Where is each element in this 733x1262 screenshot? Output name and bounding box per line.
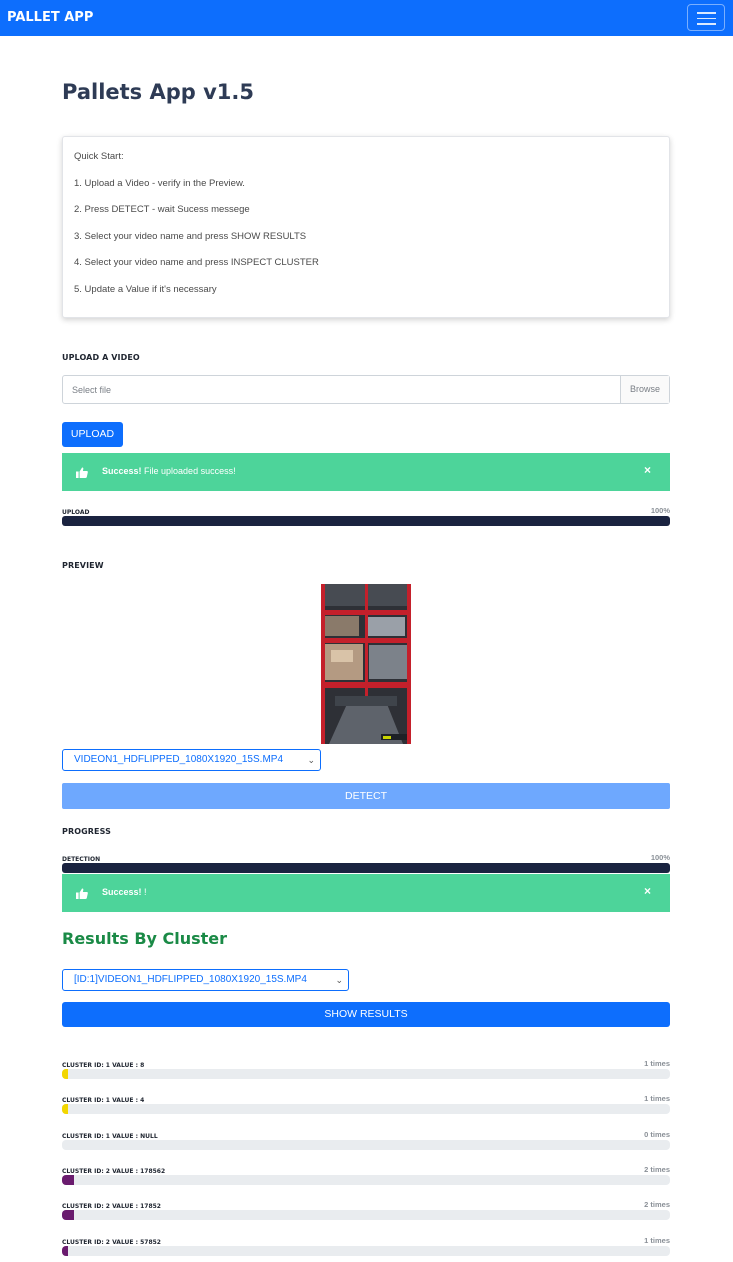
cluster-progress-track [62,1246,670,1256]
quick-start-step: 4. Select your video name and press INSP… [74,257,319,268]
hamburger-menu-icon[interactable] [687,4,725,31]
cluster-label: CLUSTER ID: 2 VALUE : 17852 [62,1203,161,1210]
alert-text: File uploaded success! [141,466,236,476]
chevron-down-icon: ⌄ [307,755,315,765]
close-icon[interactable]: × [644,463,651,477]
detection-success-alert: Success! ! × [62,874,670,912]
upload-progress-label: UPLOAD [62,509,90,516]
quick-start-step: 2. Press DETECT - wait Sucess messege [74,204,250,215]
alert-strong: Success! [102,466,142,476]
cluster-label: CLUSTER ID: 1 VALUE : 4 [62,1097,145,1104]
detection-progress-bar [62,863,670,873]
cluster-count: 1 times [644,1059,670,1068]
cluster-progress-fill [62,1069,68,1079]
cluster-label: CLUSTER ID: 1 VALUE : NULL [62,1133,158,1140]
quick-start-step: 5. Update a Value if it's necessary [74,284,217,295]
cluster-count: 1 times [644,1094,670,1103]
cluster-count: 2 times [644,1200,670,1209]
navbar: PALLET APP [0,0,733,36]
detection-progress-percent: 100% [650,853,670,862]
cluster-progress-fill [62,1175,74,1185]
alert-message: Success! ! [102,887,147,897]
thumbs-up-icon [76,888,88,899]
navbar-brand[interactable]: PALLET APP [7,10,93,25]
alert-strong: Success! [102,887,142,897]
upload-button[interactable]: UPLOAD [62,422,123,447]
cluster-progress-track [62,1175,670,1185]
upload-progress-percent: 100% [650,506,670,515]
quick-start-card: Quick Start: 1. Upload a Video - verify … [62,136,670,318]
cluster-progress-fill [62,1246,68,1256]
video-select-value: VIDEON1_HDFLIPPED_1080X1920_15S.MP4 [74,754,284,765]
file-input[interactable]: Select file Browse [62,375,670,404]
quick-start-step: 3. Select your video name and press SHOW… [74,231,307,242]
cluster-count: 1 times [644,1236,670,1245]
cluster-count: 0 times [644,1130,670,1139]
cluster-progress-track [62,1104,670,1114]
quick-start-heading: Quick Start: [74,151,124,162]
cluster-progress-track [62,1069,670,1079]
upload-success-alert: Success! File uploaded success! × [62,453,670,491]
video-select[interactable]: VIDEON1_HDFLIPPED_1080X1920_15S.MP4 ⌄ [62,749,321,771]
video-preview[interactable] [321,584,411,744]
results-title: Results By Cluster [62,929,228,948]
results-video-select[interactable]: [ID:1]VIDEON1_HDFLIPPED_1080X1920_15S.MP… [62,969,349,991]
cluster-progress-fill [62,1210,74,1220]
page-title: Pallets App v1.5 [62,80,255,104]
alert-text: ! [141,887,147,897]
upload-progress-bar [62,516,670,526]
cluster-label: CLUSTER ID: 2 VALUE : 178562 [62,1168,166,1175]
preview-section-label: PREVIEW [62,561,104,570]
alert-message: Success! File uploaded success! [102,466,236,476]
close-icon[interactable]: × [644,884,651,898]
cluster-label: CLUSTER ID: 2 VALUE : 57852 [62,1239,161,1246]
thumbs-up-icon [76,467,88,478]
results-select-value: [ID:1]VIDEON1_HDFLIPPED_1080X1920_15S.MP… [74,974,307,985]
detection-progress-label: DETECTION [62,856,101,863]
quick-start-step: 1. Upload a Video - verify in the Previe… [74,178,245,189]
warehouse-video-frame [321,584,411,744]
cluster-progress-track [62,1140,670,1150]
detect-button[interactable]: DETECT [62,783,670,809]
chevron-down-icon: ⌄ [335,975,343,985]
cluster-label: CLUSTER ID: 1 VALUE : 8 [62,1062,145,1069]
cluster-progress-track [62,1210,670,1220]
browse-button[interactable]: Browse [620,376,669,403]
file-input-placeholder: Select file [72,385,112,395]
progress-section-label: PROGRESS [62,827,111,836]
cluster-progress-fill [62,1104,68,1114]
cluster-count: 2 times [644,1165,670,1174]
show-results-button[interactable]: SHOW RESULTS [62,1002,670,1027]
upload-section-label: UPLOAD A VIDEO [62,353,140,362]
